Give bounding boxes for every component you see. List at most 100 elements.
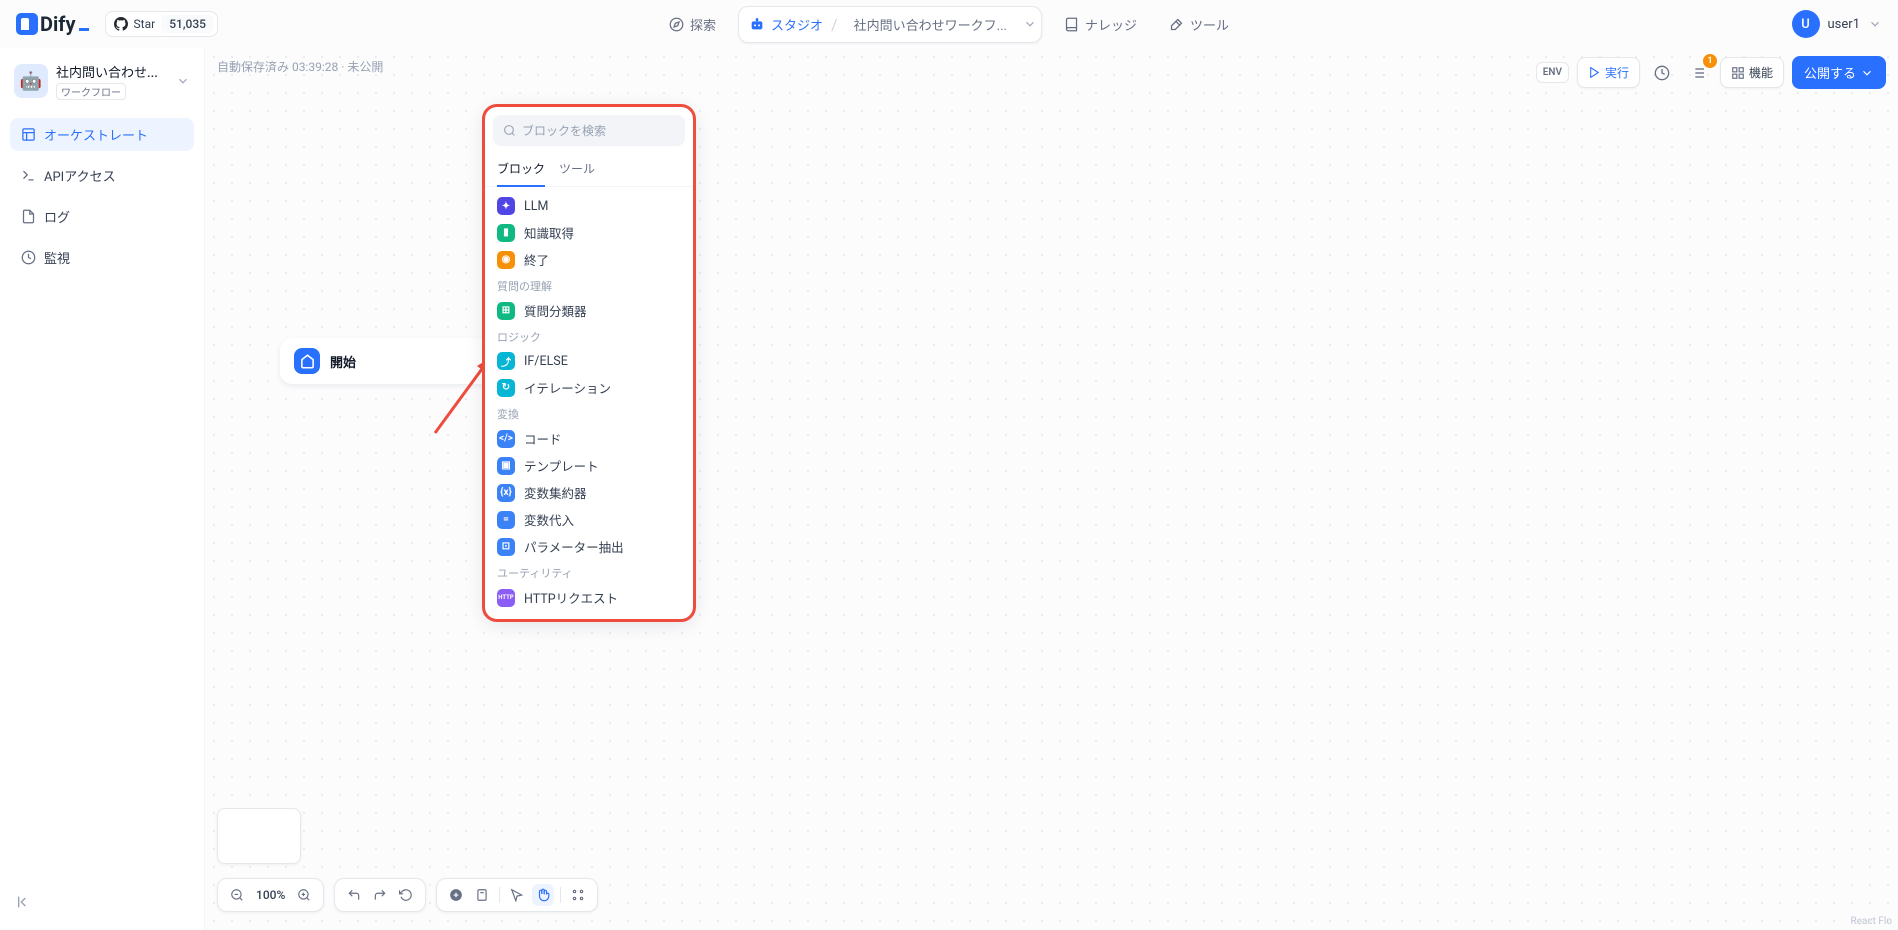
canvas-toolbar: ENV 実行 1 機能 公開する — [1536, 56, 1886, 89]
nav-explore-label: 探索 — [690, 15, 716, 34]
user-name: user1 — [1828, 17, 1860, 32]
nav-knowledge[interactable]: ナレッジ — [1054, 9, 1147, 40]
block-item-knowledge[interactable]: ▮知識取得 — [485, 219, 693, 246]
nav-studio-label: スタジオ — [771, 15, 823, 34]
block-search-input[interactable]: ブロックを検索 — [493, 115, 685, 146]
organize-button[interactable] — [567, 884, 589, 906]
checklist-button[interactable]: 1 — [1684, 59, 1712, 87]
github-icon — [114, 17, 128, 31]
sidebar-api[interactable]: APIアクセス — [10, 159, 194, 192]
block-item-iteration[interactable]: ↻イテレーション — [485, 374, 693, 401]
block-item-var-agg[interactable]: {x}変数集約器 — [485, 479, 693, 506]
topbar-right: U user1 — [1792, 10, 1882, 38]
note-button[interactable] — [471, 884, 493, 906]
block-item-ifelse[interactable]: ⤴IF/ELSE — [485, 348, 693, 374]
sidebar-monitor[interactable]: 監視 — [10, 241, 194, 274]
note-icon — [475, 888, 489, 902]
chevron-down-icon[interactable] — [1023, 17, 1037, 31]
top-bar: Dify Star 51,035 探索 スタジオ / 社内問い合わせワークフ..… — [0, 0, 1898, 48]
popup-group-question: 質問の理解 — [485, 273, 693, 297]
block-item-http[interactable]: HTTPHTTPリクエスト — [485, 584, 693, 611]
nav-tools[interactable]: ツール — [1159, 9, 1239, 40]
env-button[interactable]: ENV — [1536, 62, 1569, 83]
sidebar-monitor-label: 監視 — [44, 248, 70, 267]
block-item-var-assign[interactable]: =変数代入 — [485, 506, 693, 533]
nav-tools-label: ツール — [1190, 15, 1229, 34]
github-star-count: 51,035 — [161, 15, 214, 33]
sidebar-orchestrate[interactable]: オーケストレート — [10, 118, 194, 151]
canvas-mode-controls — [436, 878, 598, 912]
block-item-code[interactable]: </>コード — [485, 425, 693, 452]
run-button[interactable]: 実行 — [1577, 57, 1640, 88]
popup-group-utility: ユーティリティ — [485, 560, 693, 584]
redo-button[interactable] — [369, 884, 391, 906]
zoom-out-button[interactable] — [226, 884, 248, 906]
app-icon: 🤖 — [14, 64, 48, 98]
chevron-down-icon[interactable] — [1868, 17, 1882, 31]
popup-tab-blocks[interactable]: ブロック — [497, 154, 545, 187]
minimap[interactable] — [217, 808, 301, 864]
app-name: 社内問い合わせ... — [56, 62, 168, 81]
sidebar-api-label: APIアクセス — [44, 166, 116, 185]
node-start[interactable]: 開始 — [280, 338, 520, 384]
param-icon: ⊡ — [497, 538, 515, 556]
end-icon: ◉ — [497, 251, 515, 269]
status-text: 自動保存済み 03:39:28 · 未公開 — [217, 58, 383, 75]
logo-icon — [16, 13, 38, 35]
nav-explore[interactable]: 探索 — [659, 9, 726, 40]
app-type-badge: ワークフロー — [56, 83, 126, 100]
chevron-down-icon[interactable] — [176, 74, 190, 88]
zoom-controls: 100% — [217, 878, 324, 912]
chevron-down-icon — [1860, 66, 1874, 80]
clock-icon — [1654, 65, 1670, 81]
play-icon — [1588, 66, 1601, 79]
sidebar-logs-label: ログ — [44, 207, 70, 226]
logo-underscore — [79, 28, 89, 31]
block-item-llm[interactable]: ✦LLM — [485, 193, 693, 219]
canvas-bottom-controls: 100% — [217, 808, 598, 912]
grid-icon — [1731, 66, 1745, 80]
zoom-out-icon — [230, 888, 244, 902]
template-icon: ▣ — [497, 457, 515, 475]
branch-icon: ⤴ — [497, 352, 515, 370]
brand-logo[interactable]: Dify — [16, 12, 89, 36]
hand-mode-button[interactable] — [532, 884, 554, 906]
history-button[interactable] — [1648, 59, 1676, 87]
undo-icon — [347, 888, 361, 902]
pointer-mode-button[interactable] — [506, 884, 528, 906]
github-star-button[interactable]: Star 51,035 — [105, 11, 218, 37]
nav-studio-app[interactable]: 社内問い合わせワークフ... — [846, 11, 1015, 38]
zoom-in-button[interactable] — [293, 884, 315, 906]
brand-name: Dify — [40, 12, 76, 36]
block-item-classifier[interactable]: ⊞質問分類器 — [485, 297, 693, 324]
plus-circle-icon — [449, 888, 463, 902]
restore-button[interactable] — [395, 884, 417, 906]
popup-tab-tools[interactable]: ツール — [559, 154, 595, 186]
add-block-button[interactable] — [445, 884, 467, 906]
nav-center: 探索 スタジオ / 社内問い合わせワークフ... ナレッジ ツール — [659, 6, 1239, 43]
publish-label: 公開する — [1804, 63, 1856, 82]
publish-button[interactable]: 公開する — [1792, 56, 1886, 89]
llm-icon: ✦ — [497, 197, 515, 215]
user-avatar[interactable]: U — [1792, 10, 1820, 38]
hammer-icon — [1169, 17, 1184, 32]
block-item-template[interactable]: ▣テンプレート — [485, 452, 693, 479]
undo-button[interactable] — [343, 884, 365, 906]
sidebar-collapse-button[interactable] — [16, 894, 32, 910]
block-item-end[interactable]: ◉終了 — [485, 246, 693, 273]
redo-icon — [373, 888, 387, 902]
sidebar-orchestrate-label: オーケストレート — [44, 125, 148, 144]
classifier-icon: ⊞ — [497, 302, 515, 320]
collapse-icon — [16, 894, 32, 910]
popup-group-transform: 変換 — [485, 401, 693, 425]
nav-studio[interactable]: スタジオ / 社内問い合わせワークフ... — [738, 6, 1042, 43]
layout-icon — [20, 127, 36, 143]
sidebar-logs[interactable]: ログ — [10, 200, 194, 233]
file-icon — [20, 209, 36, 225]
block-item-param-extract[interactable]: ⊡パラメーター抽出 — [485, 533, 693, 560]
workflow-canvas[interactable]: 自動保存済み 03:39:28 · 未公開 ENV 実行 1 機能 公開する — [205, 48, 1898, 930]
gauge-icon — [20, 250, 36, 266]
app-header[interactable]: 🤖 社内問い合わせ... ワークフロー — [10, 58, 194, 110]
restore-icon — [399, 888, 413, 902]
features-button[interactable]: 機能 — [1720, 57, 1784, 88]
